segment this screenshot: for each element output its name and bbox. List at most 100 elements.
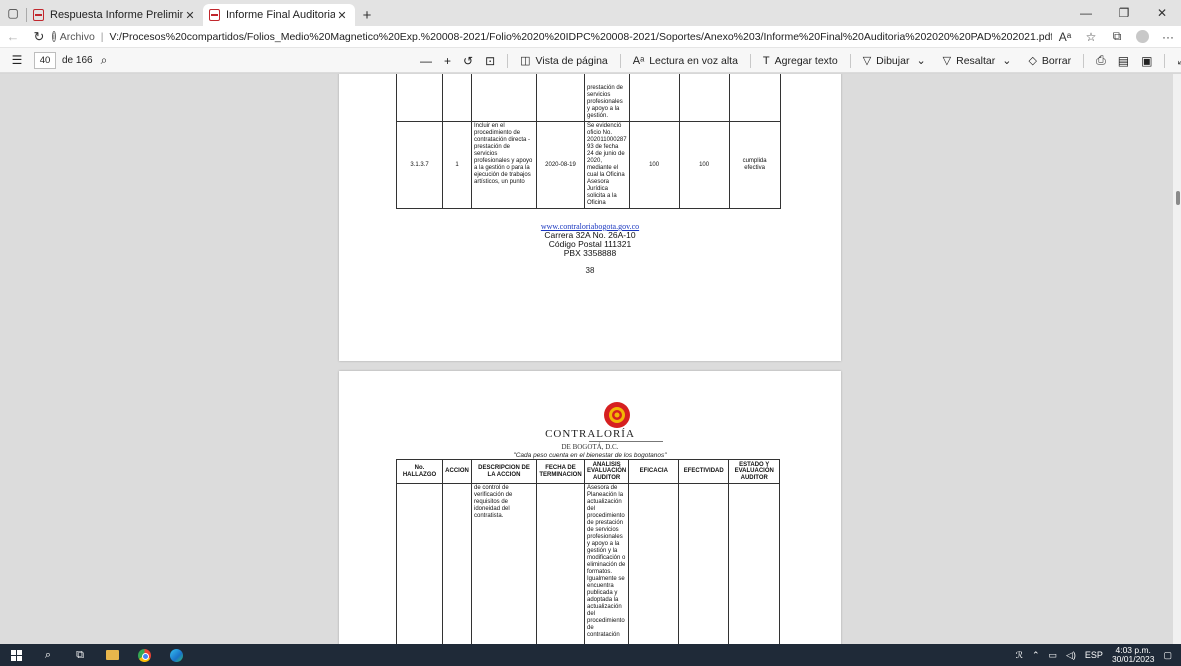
task-view-icon[interactable]: ⧉	[64, 644, 96, 666]
table-cell	[536, 483, 585, 644]
page-view-icon: ◫	[520, 55, 531, 67]
contraloria-logo-icon	[604, 402, 630, 428]
profile-avatar[interactable]	[1136, 30, 1149, 43]
table-cell	[678, 483, 730, 644]
read-aloud-icon[interactable]: Aᵃ	[1052, 26, 1078, 48]
header-hallazgo: No. HALLAZGO	[396, 459, 443, 484]
save-icon[interactable]: ▤	[1118, 54, 1129, 68]
search-icon[interactable]: ⌕	[101, 53, 108, 68]
table-cell-eficacia: 100	[628, 121, 680, 209]
table-cell	[628, 74, 680, 122]
page-count: de 166	[62, 54, 93, 66]
page-view-button[interactable]: ◫ Vista de página	[520, 54, 608, 68]
tab-actions-icon[interactable]: ▢	[0, 0, 26, 26]
read-aloud-icon: Aᵃ	[632, 54, 645, 67]
add-text-icon: T	[762, 54, 770, 67]
zoom-out-button[interactable]: —	[420, 54, 432, 68]
erase-button[interactable]: ◇ Borrar	[1028, 54, 1072, 68]
table-cell-fecha: 2020-08-19	[536, 121, 585, 209]
restore-icon[interactable]: ❐	[1105, 0, 1143, 26]
network-icon[interactable]: ▭	[1048, 650, 1057, 661]
toolbar-divider	[749, 53, 751, 68]
audit-table: No. HALLAZGO ACCION DESCRIPCION DE LA AC…	[396, 459, 781, 644]
table-cell: prestación de servicios profesionales y …	[584, 74, 630, 122]
fit-page-icon[interactable]: ⊡	[485, 54, 495, 68]
back-arrow-icon[interactable]: ←	[0, 26, 26, 48]
people-icon[interactable]: ℛ	[1016, 650, 1023, 661]
page-footer: www.contraloriabogota.gov.co Carrera 32A…	[339, 222, 841, 275]
header-descripcion: DESCRIPCION DE LA ACCION	[471, 459, 537, 484]
eraser-icon: ◇	[1028, 55, 1037, 67]
tab-informe-final[interactable]: Informe Final Auditoria 2020 PAD ✕	[203, 4, 355, 26]
taskbar: ⌕ ⧉ ℛ ⌃ ▭ ◁) ESP 4:03 p.m. 30/01/2023 ▢	[0, 644, 1181, 666]
zoom-in-button[interactable]: +	[444, 54, 451, 68]
chrome-icon[interactable]	[128, 644, 160, 666]
save-as-icon[interactable]: ▣	[1141, 54, 1152, 68]
info-icon[interactable]: i	[52, 31, 56, 42]
clock[interactable]: 4:03 p.m. 30/01/2023	[1112, 646, 1155, 664]
edge-icon[interactable]	[160, 644, 192, 666]
tray-chevron-icon[interactable]: ⌃	[1032, 650, 1040, 661]
pdf-toolbar: ☰ 40 de 166 ⌕ — + ↺ ⊡ ◫ Vista de página …	[0, 48, 1181, 73]
page-view-label: Vista de página	[535, 54, 608, 67]
refresh-icon[interactable]: ↻	[26, 26, 52, 48]
tab-title: Respuesta Informe Preliminar.pd	[50, 9, 183, 21]
header-analisis: ANALISIS EVALUACIÓN AUDITOR	[583, 459, 630, 484]
pdf-viewer[interactable]: prestación de servicios profesionales y …	[0, 74, 1181, 644]
windows-start-icon[interactable]	[0, 644, 32, 666]
table-cell	[678, 74, 730, 122]
close-window-icon[interactable]: ✕	[1143, 0, 1181, 26]
footer-phone: PBX 3358888	[563, 248, 617, 258]
rotate-icon[interactable]: ↺	[463, 54, 473, 68]
draw-button[interactable]: ▽ Dibujar ⌄	[863, 54, 931, 68]
header-efectividad: EFECTIVIDAD	[678, 459, 730, 484]
tab-respuesta-informe[interactable]: Respuesta Informe Preliminar.pd ✕	[27, 4, 203, 26]
highlight-icon: ▽	[942, 55, 952, 67]
page-number-input[interactable]: 40	[34, 51, 56, 69]
toolbar-divider	[507, 53, 509, 68]
table-cell	[628, 483, 680, 644]
minimize-icon[interactable]: —	[1067, 0, 1105, 26]
table-of-contents-icon[interactable]: ☰	[0, 53, 34, 67]
audit-table: prestación de servicios profesionales y …	[396, 74, 781, 209]
erase-label: Borrar	[1041, 54, 1072, 67]
table-cell	[396, 483, 443, 644]
close-tab-icon[interactable]: ✕	[183, 9, 197, 22]
read-aloud-button[interactable]: Aᵃ Lectura en voz alta	[633, 55, 738, 67]
search-icon[interactable]: ⌕	[32, 644, 64, 666]
pdf-icon	[33, 9, 44, 21]
print-icon[interactable]: ⎙	[1096, 53, 1106, 68]
logo-divider	[589, 441, 663, 442]
chevron-down-icon[interactable]: ⌄	[1002, 54, 1011, 67]
add-text-label: Agregar texto	[774, 54, 838, 67]
highlight-button[interactable]: ▽ Resaltar ⌄	[942, 54, 1017, 68]
vertical-scrollbar[interactable]	[1173, 74, 1181, 644]
volume-icon[interactable]: ◁)	[1066, 650, 1076, 661]
draw-label: Dibujar	[876, 54, 910, 67]
language-indicator[interactable]: ESP	[1085, 650, 1103, 660]
file-explorer-icon[interactable]	[96, 644, 128, 666]
url-field[interactable]: i Archivo | V:/Procesos%20compartidos/Fo…	[52, 31, 1052, 43]
table-cell-estado: cumplida efectiva	[728, 121, 781, 209]
table-cell-descripcion: de control de verificación de requisitos…	[471, 483, 537, 644]
add-text-button[interactable]: T Agregar texto	[763, 55, 838, 67]
table-cell	[396, 74, 443, 122]
new-tab-button[interactable]: +	[355, 4, 379, 26]
pdf-tools: — + ↺ ⊡ ◫ Vista de página Aᵃ Lectura en …	[420, 48, 1181, 73]
fullscreen-icon[interactable]: ⤢	[1177, 53, 1181, 68]
header-eficacia: EFICACIA	[628, 459, 680, 484]
notifications-icon[interactable]: ▢	[1163, 650, 1172, 661]
chevron-down-icon[interactable]: ⌄	[916, 54, 925, 67]
scrollbar-thumb[interactable]	[1176, 191, 1180, 205]
table-row: 3.1.3.7 1 Incluir en el procedimiento de…	[396, 121, 781, 209]
pdf-page: prestación de servicios profesionales y …	[339, 74, 841, 361]
table-cell	[471, 74, 537, 122]
favorites-icon[interactable]: ☆	[1078, 26, 1104, 48]
more-icon[interactable]: ···	[1155, 26, 1181, 48]
clock-date: 30/01/2023	[1111, 654, 1155, 664]
collections-icon[interactable]: ⧉	[1104, 26, 1130, 48]
logo-motto: "Cada peso cuenta en el bienestar de los…	[513, 452, 667, 459]
table-header-row: No. HALLAZGO ACCION DESCRIPCION DE LA AC…	[396, 459, 781, 484]
close-tab-icon[interactable]: ✕	[335, 9, 349, 22]
table-cell-efectividad: 100	[678, 121, 730, 209]
